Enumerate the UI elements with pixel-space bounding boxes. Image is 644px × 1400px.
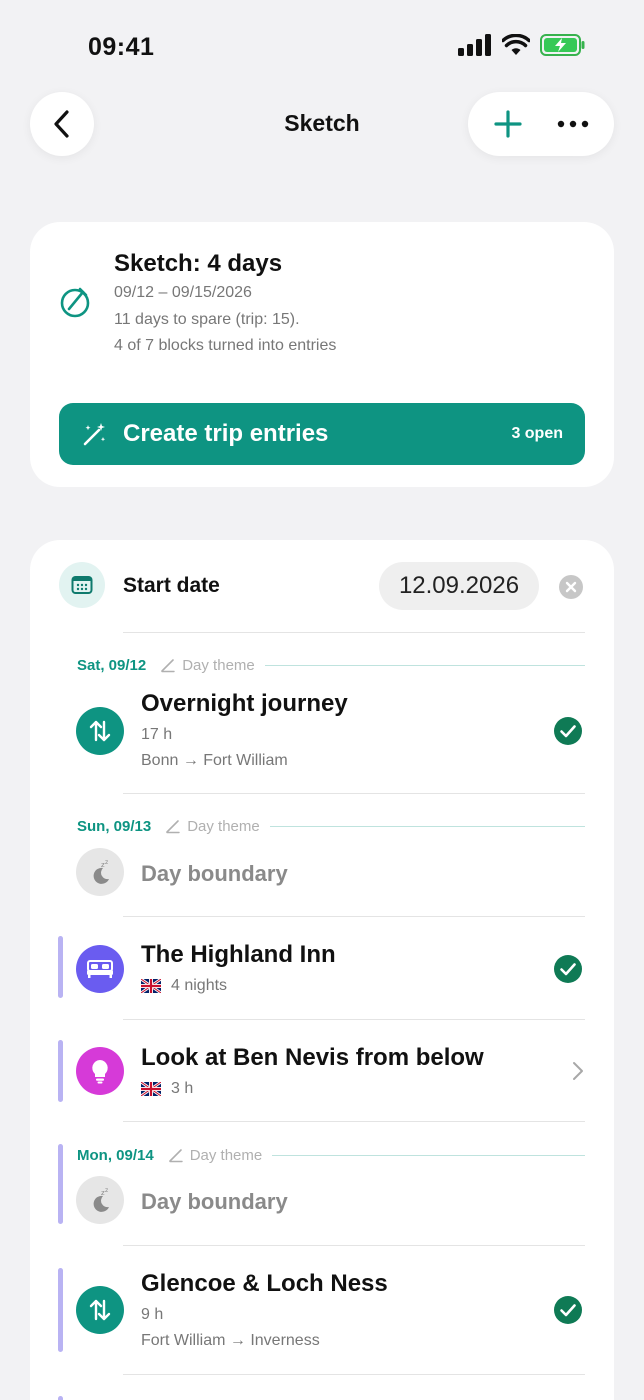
accent-bar [58, 1396, 63, 1400]
more-button[interactable] [557, 120, 589, 128]
day-theme-label: Day theme [182, 656, 255, 674]
pencil-icon [161, 659, 175, 673]
item-title: Day boundary [141, 861, 288, 886]
create-trip-entries-button[interactable]: Create trip entries 3 open [59, 403, 585, 465]
calendar-icon [59, 562, 105, 608]
add-button[interactable] [493, 109, 523, 139]
item-title: The Highland Inn [141, 941, 336, 968]
pencil-icon [166, 820, 180, 834]
item-route: Fort William → Inverness [141, 1332, 320, 1349]
svg-text:z: z [105, 1187, 108, 1194]
list-item-the-highland-inn[interactable]: The Highland Inn 4 nights [30, 917, 614, 1019]
status-bar: 09:41 [0, 0, 644, 90]
list-item-overnight-journey[interactable]: Overnight journey 17 h Bonn → Fort Willi… [30, 680, 614, 794]
lightbulb-icon [76, 1047, 124, 1095]
item-title: Look at Ben Nevis from below [141, 1044, 484, 1071]
start-date-label: Start date [123, 574, 220, 597]
item-duration: 9 h [141, 1306, 164, 1323]
check-icon [554, 1296, 582, 1324]
day-theme-button[interactable]: Day theme [160, 657, 255, 674]
sketch-spare: 11 days to spare (trip: 15). [114, 311, 300, 328]
uk-flag-icon [141, 979, 161, 993]
check-icon [554, 955, 582, 983]
start-date-field[interactable]: 12.09.2026 [379, 562, 539, 610]
day-theme-label: Day theme [187, 817, 260, 835]
day-header: Mon, 09/14 Day theme [77, 1145, 585, 1165]
item-route: Bonn → Fort William [141, 752, 288, 769]
list-item-day-boundary[interactable]: z z Day boundary [30, 1168, 614, 1244]
divider [123, 1121, 585, 1122]
day-theme-label: Day theme [189, 1146, 263, 1164]
day-date: Sun, 09/13 [77, 817, 152, 835]
plus-icon [494, 110, 522, 138]
list-item-ben-nevis[interactable]: Look at Ben Nevis from below 3 h [30, 1020, 614, 1122]
nav-actions [468, 92, 614, 156]
sketch-summary-card: Sketch: 4 days 09/12 – 09/15/2026 11 day… [30, 222, 614, 487]
divider [123, 632, 585, 633]
divider [123, 793, 585, 794]
day-divider-line [272, 1154, 585, 1156]
list-item-day-boundary[interactable]: z z Day boundary [30, 840, 614, 916]
transfer-icon [76, 707, 124, 755]
item-title: Day boundary [141, 1189, 288, 1214]
check-icon [554, 717, 582, 745]
item-duration: 17 h [141, 726, 173, 743]
chevron-right-icon [573, 1062, 583, 1080]
moon-sleep-icon: z z [76, 848, 124, 896]
signal-icon [458, 34, 491, 56]
bed-icon [76, 945, 124, 993]
create-trip-entries-label: Create trip entries [123, 420, 329, 447]
list-item-glencoe-loch-ness[interactable]: Glencoe & Loch Ness 9 h Fort William → I… [30, 1246, 614, 1374]
sketch-dates: 09/12 – 09/15/2026 [114, 284, 252, 301]
day-header: Sat, 09/12 Day theme [77, 655, 585, 675]
day-header: Sun, 09/13 Day theme [77, 816, 585, 836]
status-icons [458, 34, 586, 56]
sketch-title: Sketch: 4 days [114, 250, 283, 277]
day-theme-button[interactable]: Day theme [165, 818, 260, 835]
transfer-icon [76, 1286, 124, 1334]
item-title: Glencoe & Loch Ness [141, 1270, 388, 1297]
day-date: Mon, 09/14 [77, 1146, 154, 1164]
clear-icon[interactable] [558, 574, 584, 600]
item-title: Overnight journey [141, 690, 348, 717]
battery-icon [540, 34, 585, 56]
open-count-badge: 3 open [511, 425, 563, 442]
compass-icon [60, 287, 90, 318]
sketch-progress: 4 of 7 blocks turned into entries [114, 337, 337, 354]
day-divider-line [269, 825, 585, 827]
item-duration: 3 h [141, 1080, 193, 1098]
day-divider-line [264, 664, 585, 666]
status-time: 09:41 [88, 33, 155, 61]
item-duration: 4 nights [141, 977, 227, 995]
uk-flag-icon [141, 1082, 161, 1096]
wifi-icon [502, 34, 530, 55]
start-date-row: Start date 12.09.2026 [30, 560, 614, 612]
day-theme-button[interactable]: Day theme [168, 1146, 263, 1164]
more-icon [557, 120, 589, 128]
day-date: Sat, 09/12 [77, 656, 147, 674]
pencil-icon [168, 1149, 183, 1163]
sketch-blocks-list: Start date 12.09.2026 Sat, 09/12 Day the… [30, 540, 614, 1400]
moon-sleep-icon: z z [76, 1176, 124, 1224]
svg-text:z: z [105, 859, 108, 866]
divider [123, 1374, 585, 1375]
magic-wand-icon [83, 423, 106, 446]
